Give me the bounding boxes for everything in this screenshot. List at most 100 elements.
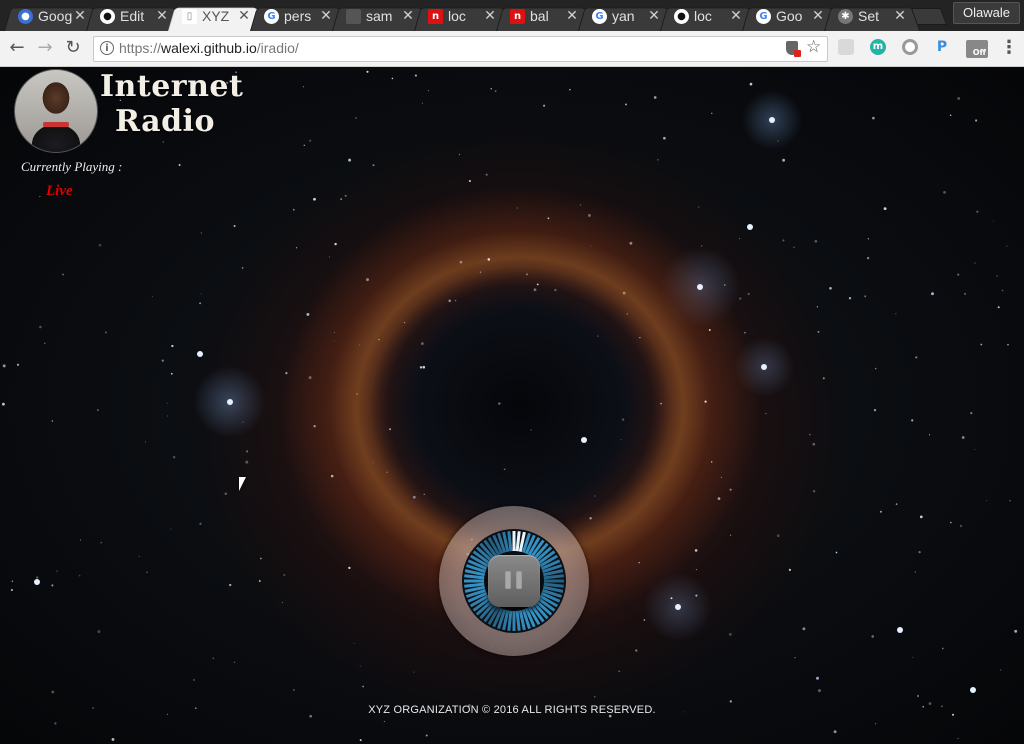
star <box>333 340 335 342</box>
star <box>39 325 42 329</box>
blocked-content-icon[interactable] <box>786 41 801 57</box>
dial-tick <box>515 610 521 631</box>
footer-copyright: XYZ ORGANIZATION © 2016 ALL RIGHTS RESER… <box>368 704 656 716</box>
star <box>1006 245 1008 247</box>
tab-title: pers <box>284 8 312 24</box>
cube-extension-icon[interactable] <box>838 39 854 55</box>
star <box>976 210 979 213</box>
star <box>293 689 295 691</box>
star <box>871 635 875 638</box>
star <box>1014 629 1018 633</box>
star <box>530 429 532 431</box>
info-icon[interactable]: i <box>100 41 114 55</box>
star <box>302 86 305 88</box>
star <box>503 468 506 471</box>
star <box>656 158 659 161</box>
off-extension-icon[interactable]: Off <box>966 40 988 58</box>
star <box>997 306 1000 309</box>
star <box>717 497 721 500</box>
back-icon[interactable]: ← <box>7 38 27 58</box>
m-extension-icon[interactable]: m <box>870 39 886 55</box>
pause-button[interactable] <box>488 555 540 607</box>
circle-extension-icon[interactable] <box>902 39 918 55</box>
new-tab-button[interactable] <box>910 8 948 25</box>
star <box>794 657 796 659</box>
star <box>957 273 960 276</box>
close-tab-icon[interactable]: ✕ <box>402 8 414 24</box>
star <box>494 90 497 92</box>
star <box>793 246 795 249</box>
star <box>569 88 571 91</box>
star <box>389 428 392 431</box>
profile-button[interactable]: Olawale <box>953 2 1020 24</box>
close-tab-icon[interactable]: ✕ <box>238 8 250 24</box>
tab-title: Edit <box>120 8 145 24</box>
dial-tick <box>464 574 485 580</box>
close-tab-icon[interactable]: ✕ <box>648 8 660 24</box>
star <box>866 256 870 260</box>
star <box>454 299 457 302</box>
star <box>620 439 622 441</box>
close-tab-icon[interactable]: ✕ <box>320 8 332 24</box>
star <box>931 292 934 296</box>
star <box>639 336 641 339</box>
page-title: Internet Radio <box>100 69 244 139</box>
star <box>425 734 428 737</box>
star <box>711 461 713 463</box>
star <box>200 293 202 295</box>
close-tab-icon[interactable]: ✕ <box>156 8 168 24</box>
close-tab-icon[interactable]: ✕ <box>566 8 578 24</box>
close-tab-icon[interactable]: ✕ <box>812 8 824 24</box>
tab-title: bal <box>530 8 549 24</box>
star <box>788 568 791 571</box>
star <box>916 694 920 698</box>
star <box>879 510 882 513</box>
currently-playing-value: Live <box>46 183 73 199</box>
p-extension-icon[interactable]: P <box>934 39 950 55</box>
address-bar[interactable]: i https://walexi.github.io/iradio/ ☆ <box>93 36 828 62</box>
tab-10[interactable]: ✱ Set ✕ <box>824 2 920 32</box>
star <box>308 376 312 380</box>
star <box>242 421 244 423</box>
star <box>918 550 921 554</box>
reload-icon[interactable]: ↻ <box>63 38 83 58</box>
star <box>498 402 501 405</box>
bright-star <box>197 351 203 357</box>
close-tab-icon[interactable]: ✕ <box>74 8 86 24</box>
bright-star <box>897 627 903 633</box>
star <box>97 630 101 634</box>
star <box>816 306 819 308</box>
forward-icon[interactable]: → <box>35 38 55 58</box>
bright-star <box>581 437 587 443</box>
url-text[interactable]: https://walexi.github.io/iradio/ <box>119 40 299 56</box>
close-tab-icon[interactable]: ✕ <box>730 8 742 24</box>
browser-menu-icon[interactable]: ⋮ <box>1000 37 1018 58</box>
star <box>914 571 916 573</box>
star <box>212 657 215 660</box>
star <box>260 557 262 560</box>
red-n-icon: n <box>428 9 443 24</box>
star <box>589 517 592 520</box>
star <box>670 597 673 600</box>
star <box>626 313 629 315</box>
star <box>348 566 351 570</box>
star <box>818 689 821 693</box>
star <box>172 455 176 459</box>
star <box>292 208 295 211</box>
close-tab-icon[interactable]: ✕ <box>484 8 496 24</box>
star <box>975 119 978 122</box>
star <box>11 580 14 583</box>
star <box>448 299 451 303</box>
star <box>660 402 662 405</box>
star <box>986 500 988 502</box>
star <box>233 224 236 228</box>
close-tab-icon[interactable]: ✕ <box>894 8 906 24</box>
star <box>961 436 965 439</box>
bookmark-star-icon[interactable]: ☆ <box>806 37 821 57</box>
star <box>744 331 746 334</box>
dial-tick <box>515 531 521 552</box>
tab-title: Goog <box>38 8 72 24</box>
star <box>340 198 342 200</box>
star <box>708 329 711 331</box>
star <box>928 434 931 436</box>
